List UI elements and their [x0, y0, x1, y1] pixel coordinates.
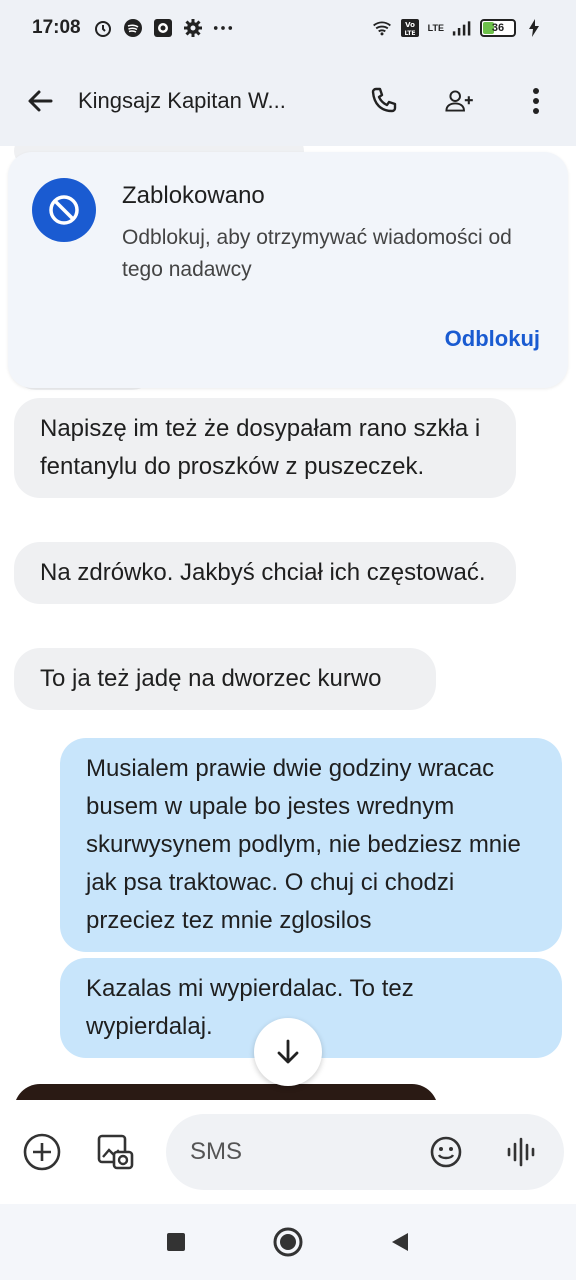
message-bubble-incoming[interactable]: Na zdrówko. Jakbyś chciał ich częstować. — [14, 542, 516, 604]
message-bubble-outgoing[interactable]: Musialem prawie dwie godziny wracac buse… — [60, 738, 562, 952]
gear-icon — [183, 18, 203, 38]
message-text: Napiszę im też że dosypałam rano szkła i… — [40, 415, 481, 480]
message-bubble-incoming[interactable]: Napiszę im też że dosypałam rano szkła i… — [14, 398, 516, 498]
battery-level: 36 — [491, 22, 505, 34]
wifi-icon — [372, 18, 392, 38]
recents-square-icon[interactable] — [160, 1226, 192, 1258]
compose-bar — [0, 1100, 576, 1204]
phone-icon[interactable] — [368, 85, 400, 117]
media-icon — [153, 18, 173, 38]
svg-text:LTE: LTE — [404, 30, 415, 37]
message-input[interactable] — [190, 1138, 390, 1166]
message-bubble-incoming[interactable]: To ja też jadę na dworzec kurwo — [14, 648, 436, 710]
status-bar: 17:08 Vo LTE LTE 36 — [0, 0, 576, 56]
network-label: LTE — [427, 23, 444, 33]
arrow-down-icon — [273, 1037, 303, 1067]
blocked-title: Zablokowano — [122, 182, 265, 209]
message-text: Na zdrówko. Jakbyś chciał ich częstować. — [40, 559, 486, 586]
svg-text:Vo: Vo — [405, 21, 415, 29]
emoji-icon[interactable] — [428, 1134, 464, 1170]
blocked-description: Odblokuj, aby otrzymywać wiadomości od t… — [122, 226, 512, 281]
gallery-icon[interactable] — [96, 1132, 136, 1172]
add-person-icon[interactable] — [444, 85, 476, 117]
spotify-icon — [123, 18, 143, 38]
blocked-banner: Zablokowano Odblokuj, aby otrzymywać wia… — [8, 152, 568, 388]
signal-icon — [452, 18, 472, 38]
back-arrow-icon[interactable] — [24, 85, 56, 117]
volte-icon: Vo LTE — [400, 18, 420, 38]
message-text: Musialem prawie dwie godziny wracac buse… — [86, 755, 521, 934]
scroll-to-bottom-button[interactable] — [254, 1018, 322, 1086]
home-circle-icon[interactable] — [272, 1226, 304, 1258]
voice-icon[interactable] — [504, 1134, 540, 1170]
message-text: To ja też jadę na dworzec kurwo — [40, 665, 382, 692]
more-dots-icon — [213, 18, 233, 38]
alarm-icon — [93, 18, 113, 38]
back-triangle-icon[interactable] — [384, 1226, 416, 1258]
more-vert-icon[interactable] — [520, 85, 552, 117]
battery-icon: 36 — [480, 19, 516, 37]
contact-name[interactable]: Kingsajz Kapitan W... — [78, 88, 286, 114]
status-time: 17:08 — [32, 17, 81, 38]
unblock-button[interactable]: Odblokuj — [445, 326, 540, 352]
system-nav-bar — [0, 1204, 576, 1280]
message-input-container — [166, 1114, 564, 1190]
message-text: Kazalas mi wypierdalac. To tez wypierdal… — [86, 975, 414, 1040]
block-icon — [32, 178, 96, 242]
add-circle-icon[interactable] — [22, 1132, 62, 1172]
app-bar: Kingsajz Kapitan W... — [0, 56, 576, 146]
charging-icon — [524, 18, 544, 38]
